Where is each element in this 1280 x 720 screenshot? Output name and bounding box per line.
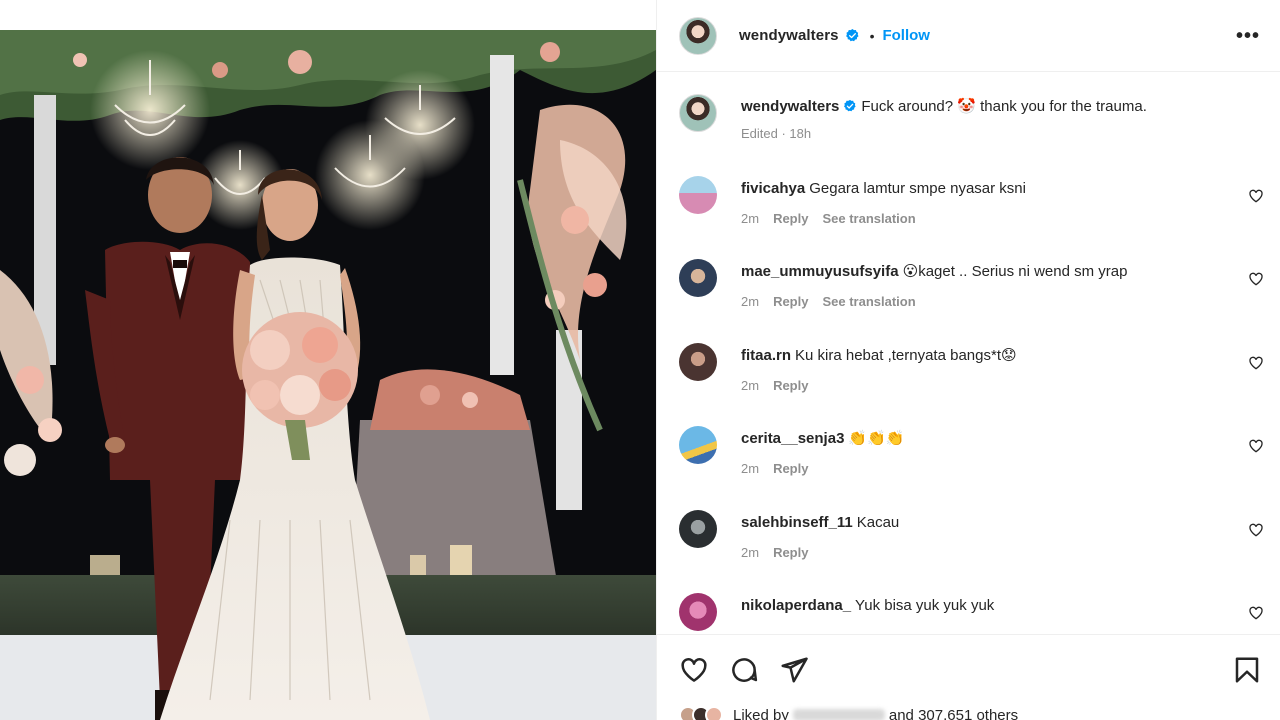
verified-badge-icon xyxy=(845,28,859,42)
follow-button[interactable]: Follow xyxy=(882,27,930,44)
commenter-avatar[interactable] xyxy=(679,426,717,464)
author-avatar[interactable] xyxy=(679,16,717,55)
reply-button[interactable]: Reply xyxy=(773,378,808,393)
comment-username[interactable]: mae_ummuyusufsyifa xyxy=(741,263,899,280)
paper-plane-icon[interactable] xyxy=(779,655,809,685)
likes-summary[interactable]: Liked by and 307,651 others xyxy=(679,706,1018,720)
post-sidebar: wendywalters • Follow ••• wendywalters Fu… xyxy=(656,0,1280,720)
comment-like-heart-icon[interactable] xyxy=(1248,271,1264,287)
blurred-username xyxy=(792,709,885,720)
comment-like-heart-icon[interactable] xyxy=(1248,522,1264,538)
comment-item: mae_ummuyusufsyifa 😮kaget .. Serius ni we… xyxy=(679,259,1264,309)
reply-button[interactable]: Reply xyxy=(773,211,808,226)
comment-text: Gegara lamtur smpe nyasar ksni xyxy=(809,180,1026,197)
comment-text: Ku kira hebat ,ternyata bangs*t😟 xyxy=(795,347,1017,364)
caption-text: Fuck around? 🤡 thank you for the trauma. xyxy=(861,98,1147,115)
comment-item: salehbinseff_11 Kacau 2m Reply xyxy=(679,510,1264,560)
caption-avatar[interactable] xyxy=(679,94,717,132)
post-photo[interactable] xyxy=(0,0,656,720)
caption-meta: Edited · 18h xyxy=(741,126,812,141)
comment-text: 👏👏👏 xyxy=(848,430,905,447)
comment-time: 2m xyxy=(741,461,760,476)
comment-like-heart-icon[interactable] xyxy=(1248,188,1264,204)
comment-item: nikolaperdana_ Yuk bisa yuk yuk yuk xyxy=(679,593,1264,631)
comment-username[interactable]: salehbinseff_11 xyxy=(741,514,853,531)
comment-username[interactable]: nikolaperdana_ xyxy=(741,597,851,614)
verified-badge-icon xyxy=(844,99,856,112)
commenter-avatar[interactable] xyxy=(679,593,717,631)
comment-time: 2m xyxy=(741,211,760,226)
comment-like-heart-icon[interactable] xyxy=(1248,438,1264,454)
comment-username[interactable]: fitaa.rn xyxy=(741,347,791,364)
bookmark-icon[interactable] xyxy=(1232,655,1262,685)
see-translation-button[interactable]: See translation xyxy=(822,294,915,309)
reply-button[interactable]: Reply xyxy=(773,545,808,560)
likes-prefix: Liked by xyxy=(733,706,789,720)
comment-item: fitaa.rn Ku kira hebat ,ternyata bangs*t😟… xyxy=(679,343,1264,393)
comment-like-heart-icon[interactable] xyxy=(1248,605,1264,621)
author-username[interactable]: wendywalters xyxy=(739,27,839,44)
likes-count[interactable]: and 307,651 others xyxy=(889,707,1018,720)
more-options-icon[interactable]: ••• xyxy=(1236,26,1260,46)
post-header: wendywalters • Follow ••• xyxy=(657,0,1280,72)
comment-text: Yuk bisa yuk yuk yuk xyxy=(855,597,995,614)
comment-like-heart-icon[interactable] xyxy=(1248,355,1264,371)
comment-time: 2m xyxy=(741,545,760,560)
liker-avatars xyxy=(679,706,723,720)
heart-icon[interactable] xyxy=(679,655,709,685)
wedding-photo-illustration xyxy=(0,0,656,720)
reply-button[interactable]: Reply xyxy=(773,294,808,309)
commenter-avatar[interactable] xyxy=(679,176,717,214)
comment-item: cerita__senja3 👏👏👏 2m Reply xyxy=(679,426,1264,476)
commenter-avatar[interactable] xyxy=(679,343,717,381)
comment-time: 2m xyxy=(741,294,760,309)
comment-username[interactable]: cerita__senja3 xyxy=(741,430,844,447)
comment-item: fivicahya Gegara lamtur smpe nyasar ksni … xyxy=(679,176,1264,226)
comment-bubble-icon[interactable] xyxy=(729,655,759,685)
header-separator: • xyxy=(869,27,875,44)
reply-button[interactable]: Reply xyxy=(773,461,808,476)
commenter-avatar[interactable] xyxy=(679,510,717,548)
comment-text: Kacau xyxy=(856,514,900,531)
comment-username[interactable]: fivicahya xyxy=(741,180,805,197)
commenter-avatar[interactable] xyxy=(679,259,717,297)
see-translation-button[interactable]: See translation xyxy=(822,211,915,226)
comment-text: 😮kaget .. Serius ni wend sm yrap xyxy=(902,263,1128,280)
post-caption: wendywalters Fuck around? 🤡 thank you for… xyxy=(679,94,1264,141)
comments-list[interactable]: wendywalters Fuck around? 🤡 thank you for… xyxy=(657,73,1280,633)
caption-username[interactable]: wendywalters xyxy=(741,98,839,115)
comment-time: 2m xyxy=(741,378,760,393)
